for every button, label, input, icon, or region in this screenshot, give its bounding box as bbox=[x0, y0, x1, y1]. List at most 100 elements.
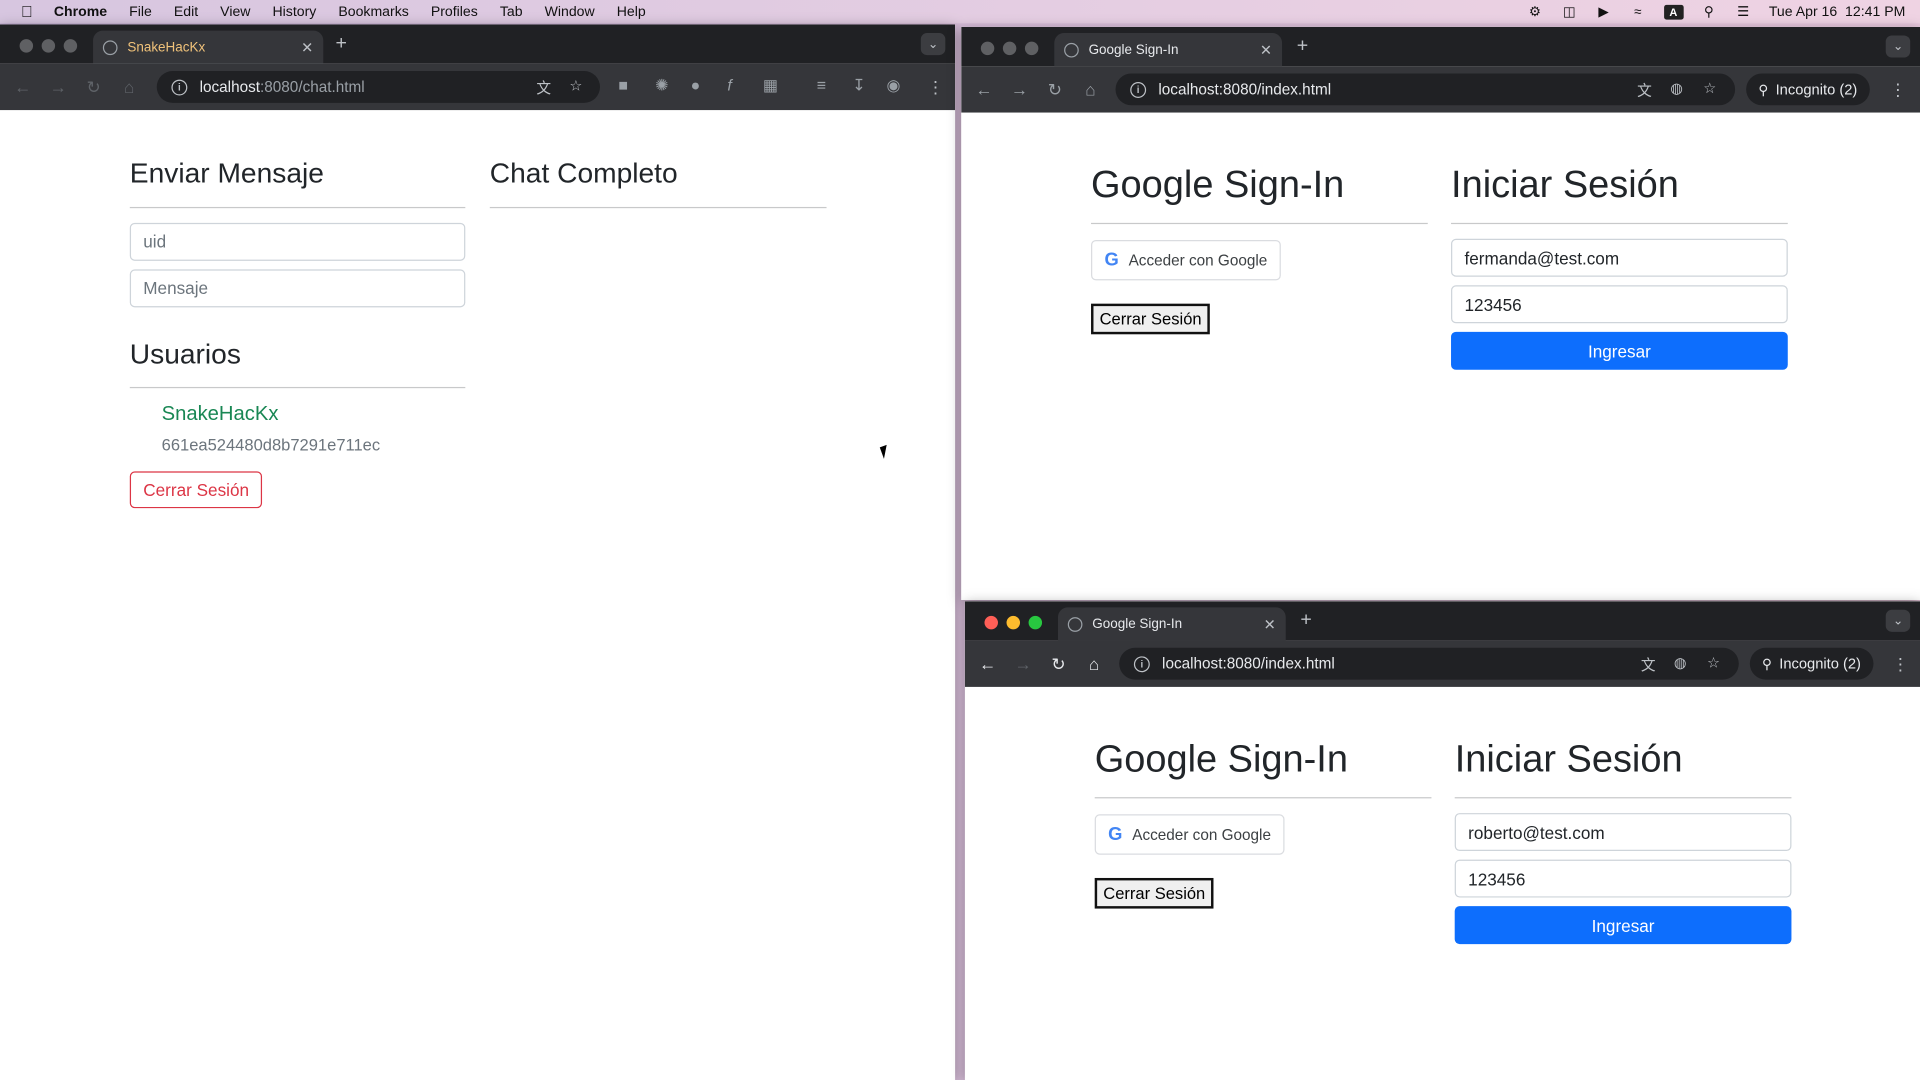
vpn-icon[interactable]: ⚙ bbox=[1526, 4, 1543, 20]
eye-off-icon[interactable]: ◍ bbox=[1670, 80, 1683, 97]
message-input[interactable] bbox=[129, 268, 466, 307]
apple-icon[interactable]:  bbox=[0, 2, 54, 20]
translate-icon[interactable]: 文 bbox=[1637, 80, 1652, 101]
home-button[interactable]: ⌂ bbox=[1073, 80, 1109, 100]
menu-profiles[interactable]: Profiles bbox=[431, 4, 478, 19]
control-center-icon[interactable]: ☰ bbox=[1735, 4, 1752, 20]
reload-button[interactable]: ↻ bbox=[1037, 79, 1073, 100]
download-icon[interactable]: ↧ bbox=[852, 76, 865, 96]
close-window-button[interactable] bbox=[19, 39, 34, 53]
menu-bookmarks[interactable]: Bookmarks bbox=[338, 4, 408, 19]
extension-icon-2[interactable]: ✺ bbox=[655, 76, 668, 96]
extension-icon-3[interactable]: ● bbox=[691, 76, 701, 94]
bookmark-star-icon[interactable]: ☆ bbox=[1707, 654, 1720, 671]
tab-snakehackx[interactable]: SnakeHacKx ✕ bbox=[93, 30, 324, 64]
menu-view[interactable]: View bbox=[220, 4, 250, 19]
password-field[interactable] bbox=[1454, 859, 1792, 898]
incognito-indicator[interactable]: ⚲ Incognito (2) bbox=[1749, 647, 1874, 680]
menu-help[interactable]: Help bbox=[617, 4, 646, 19]
password-field[interactable] bbox=[1451, 285, 1788, 324]
tab-search-button[interactable]: ⌄ bbox=[1885, 35, 1911, 58]
google-logout-button[interactable]: Cerrar Sesión bbox=[1091, 303, 1211, 335]
tab-google-sign-in[interactable]: Google Sign-In ✕ bbox=[1054, 33, 1283, 67]
back-button[interactable]: ← bbox=[5, 77, 41, 97]
uid-input[interactable] bbox=[129, 222, 466, 261]
menu-app-name[interactable]: Chrome bbox=[54, 4, 107, 19]
google-signin-button[interactable]: G Acceder con Google bbox=[1091, 240, 1281, 281]
home-button[interactable]: ⌂ bbox=[1076, 654, 1112, 674]
google-signin-button[interactable]: G Acceder con Google bbox=[1094, 814, 1285, 855]
translate-icon[interactable]: 文 bbox=[1641, 654, 1656, 675]
site-info-icon[interactable]: i bbox=[1130, 81, 1147, 98]
minimize-window-button[interactable] bbox=[1002, 41, 1017, 56]
forward-button[interactable]: → bbox=[1002, 80, 1038, 100]
divider bbox=[129, 206, 466, 208]
extensions-puzzle-icon[interactable]: ▦ bbox=[763, 76, 778, 96]
translate-icon[interactable]: 文 bbox=[536, 77, 551, 98]
site-info-icon[interactable]: i bbox=[1133, 655, 1150, 672]
clock[interactable]: Tue Apr 16 12:41 PM bbox=[1769, 4, 1905, 19]
forward-button[interactable]: → bbox=[40, 77, 76, 97]
close-tab-icon[interactable]: ✕ bbox=[1264, 615, 1276, 632]
minimize-window-button[interactable] bbox=[1006, 615, 1021, 630]
extension-icon-4[interactable]: f bbox=[727, 76, 731, 94]
search-icon[interactable]: ⚲ bbox=[1700, 4, 1717, 20]
email-field[interactable] bbox=[1454, 813, 1792, 852]
login-heading: Iniciar Sesión bbox=[1451, 162, 1679, 206]
browser-menu-icon[interactable]: ⋮ bbox=[1889, 80, 1906, 101]
tab-search-button[interactable]: ⌄ bbox=[920, 33, 946, 56]
email-field[interactable] bbox=[1451, 239, 1788, 277]
input-source-icon[interactable]: A bbox=[1663, 4, 1684, 19]
tab-search-button[interactable]: ⌄ bbox=[1885, 609, 1911, 632]
mouse-cursor-icon bbox=[879, 444, 891, 459]
incognito-icon: ⚲ bbox=[1758, 82, 1769, 98]
play-icon[interactable]: ▶ bbox=[1595, 4, 1612, 20]
menu-history[interactable]: History bbox=[272, 4, 316, 19]
new-tab-button[interactable]: + bbox=[1300, 610, 1311, 632]
menu-edit[interactable]: Edit bbox=[174, 4, 198, 19]
send-heading: Enviar Mensaje bbox=[129, 156, 324, 189]
menu-tab[interactable]: Tab bbox=[500, 4, 523, 19]
tab-google-sign-in[interactable]: Google Sign-In ✕ bbox=[1057, 607, 1286, 641]
incognito-indicator[interactable]: ⚲ Incognito (2) bbox=[1746, 73, 1870, 106]
minimize-window-button[interactable] bbox=[41, 39, 56, 53]
address-bar[interactable]: i localhost:8080/chat.html 文 ☆ bbox=[156, 71, 601, 103]
forward-button[interactable]: → bbox=[1005, 654, 1041, 674]
reload-button[interactable]: ↻ bbox=[76, 77, 112, 98]
home-button[interactable]: ⌂ bbox=[111, 77, 147, 97]
menu-window[interactable]: Window bbox=[545, 4, 595, 19]
google-logout-button[interactable]: Cerrar Sesión bbox=[1094, 878, 1214, 909]
bookmark-star-icon[interactable]: ☆ bbox=[1703, 80, 1716, 97]
globe-icon bbox=[1064, 42, 1079, 57]
close-tab-icon[interactable]: ✕ bbox=[1260, 41, 1272, 58]
close-window-button[interactable] bbox=[984, 615, 998, 630]
close-window-button[interactable] bbox=[980, 41, 995, 56]
menu-file[interactable]: File bbox=[129, 4, 152, 19]
browser-menu-icon[interactable]: ⋮ bbox=[927, 77, 944, 98]
browser-menu-icon[interactable]: ⋮ bbox=[1892, 654, 1909, 675]
new-tab-button[interactable]: + bbox=[336, 33, 347, 55]
login-submit-button[interactable]: Ingresar bbox=[1454, 906, 1792, 945]
wifi-icon[interactable]: ≈ bbox=[1629, 4, 1646, 19]
zoom-window-button[interactable] bbox=[63, 39, 78, 53]
eye-off-icon[interactable]: ◍ bbox=[1674, 654, 1687, 671]
new-tab-button[interactable]: + bbox=[1297, 36, 1308, 58]
address-bar[interactable]: i localhost:8080/index.html 文 ◍ ☆ bbox=[1115, 73, 1736, 106]
divider bbox=[1091, 223, 1428, 225]
close-tab-icon[interactable]: ✕ bbox=[301, 39, 313, 56]
bookmark-star-icon[interactable]: ☆ bbox=[569, 77, 582, 94]
reload-button[interactable]: ↻ bbox=[1041, 653, 1077, 674]
back-button[interactable]: ← bbox=[966, 80, 1002, 100]
chat-column: Chat Completo bbox=[489, 157, 827, 223]
logout-button[interactable]: Cerrar Sesión bbox=[129, 471, 263, 509]
login-submit-button[interactable]: Ingresar bbox=[1451, 332, 1788, 371]
zoom-window-button[interactable] bbox=[1028, 615, 1043, 630]
reading-list-icon[interactable]: ≡ bbox=[817, 76, 826, 94]
site-info-icon[interactable]: i bbox=[171, 78, 188, 95]
extension-icon-1[interactable]: ■ bbox=[618, 76, 628, 94]
profile-avatar-icon[interactable]: ◉ bbox=[887, 76, 901, 96]
address-bar[interactable]: i localhost:8080/index.html 文 ◍ ☆ bbox=[1119, 647, 1739, 680]
sidebar-icon[interactable]: ◫ bbox=[1561, 4, 1578, 20]
back-button[interactable]: ← bbox=[970, 654, 1006, 674]
zoom-window-button[interactable] bbox=[1024, 41, 1039, 56]
